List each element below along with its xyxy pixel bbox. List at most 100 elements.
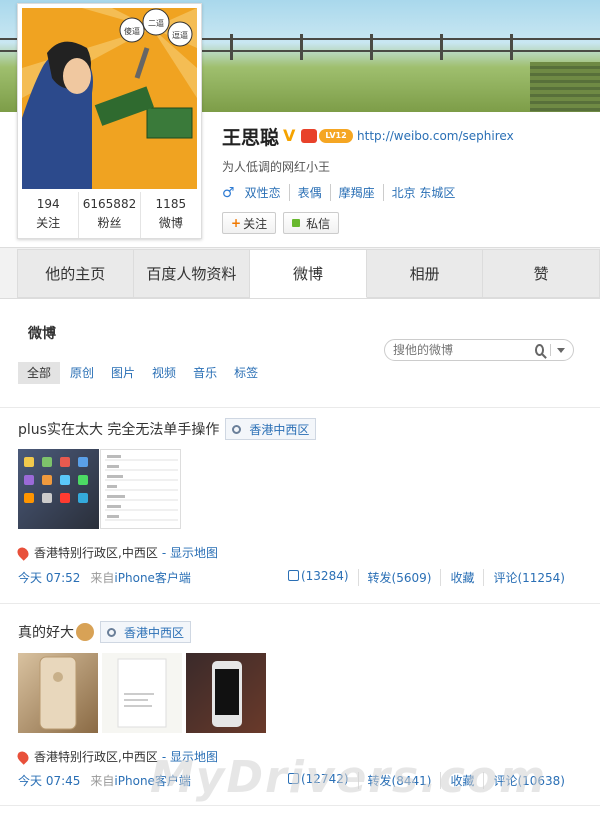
feed-title: 微博 [28,326,56,342]
location-tag-label: 香港中西区 [124,625,185,640]
tab-home[interactable]: 他的主页 [17,249,134,298]
stat-followers-label: 粉丝 [97,216,122,230]
post-photo[interactable] [18,449,99,529]
post-photo[interactable] [18,653,98,733]
map-pin-icon [15,544,31,561]
level-badge[interactable]: LV12 [319,129,354,143]
fence-post [300,34,303,60]
feed-search-input[interactable] [393,343,531,357]
tag-link[interactable]: 双性恋 [245,184,289,201]
feed-panel: 微博 全部 原创 图片 视频 音乐 标签 plus实在太大 完全无法单手操作 香… [0,298,600,818]
repost-button[interactable]: 转发(5609) [357,569,441,586]
avatar-bubble-1: 傻逼 [124,26,140,36]
profile-name: 王思聪 [222,126,280,149]
follow-label: 关注 [243,216,268,231]
show-map-link[interactable]: - 显示地图 [162,748,218,765]
stat-followers[interactable]: 6165882 粉丝 [79,192,141,238]
tag-link[interactable]: 摩羯座 [329,184,383,201]
tab-weibo[interactable]: 微博 [250,249,367,298]
like-button[interactable]: (12742) [279,772,358,789]
filter-video[interactable]: 视频 [152,362,176,384]
follow-button[interactable]: + 关注 [222,212,277,234]
post-content: plus实在太大 完全无法单手操作 [18,422,220,438]
vip-icon[interactable] [301,129,318,143]
profile-tags: ♂ 双性恋 表偶 摩羯座 北京 东城区 [222,184,463,201]
fence-post [440,34,443,60]
feed-filters: 全部 原创 图片 视频 音乐 标签 [18,362,275,384]
avatar-bubble-3: 逗逼 [172,31,188,40]
stat-following-count: 194 [36,197,60,211]
chevron-down-icon[interactable] [557,347,565,353]
filter-tags[interactable]: 标签 [234,362,258,384]
like-button[interactable]: (13284) [279,569,358,586]
thumbs-up-icon [287,570,299,581]
stat-following[interactable]: 194 关注 [18,192,80,238]
show-map-link[interactable]: - 显示地图 [162,544,218,561]
post-geo: 香港特别行政区,中西区 - 显示地图 [15,748,218,765]
divider [0,603,600,604]
map-pin-icon [15,748,31,765]
message-label: 私信 [306,216,331,231]
post-text: plus实在太大 完全无法单手操作 香港中西区 [18,418,317,440]
post-meta: 今天 07:52 来自 iPhone客户端 [18,569,191,586]
repost-button[interactable]: 转发(8441) [357,772,441,789]
stat-posts-count: 1185 [155,197,187,211]
post-geo: 香港特别行政区,中西区 - 显示地图 [15,544,218,561]
favorite-button[interactable]: 收藏 [440,772,483,789]
filter-all[interactable]: 全部 [18,362,61,384]
post-photo[interactable] [100,449,181,529]
tag-link[interactable]: 表偶 [288,184,330,201]
filter-images[interactable]: 图片 [111,362,135,384]
male-icon: ♂ [222,184,235,201]
favorite-button[interactable]: 收藏 [440,569,483,586]
search-icon[interactable] [535,344,545,356]
post-photo[interactable] [186,653,266,733]
post-client[interactable]: iPhone客户端 [114,569,191,586]
tab-baidu-profile[interactable]: 百度人物资料 [133,249,251,298]
fence-post [370,34,373,60]
geo-label: 香港特别行政区,中西区 [34,546,158,560]
post-content: 真的好大 [18,625,74,641]
fence-post [510,34,513,60]
filter-original[interactable]: 原创 [70,362,94,384]
search-separator [550,344,551,356]
verified-v-icon[interactable]: V [283,128,299,144]
feed-search [384,339,574,361]
comment-button[interactable]: 评论(10638) [483,772,574,789]
avatar-card: 傻逼 二逼 逗逼 194 关注 6165882 粉丝 1185 微博 [17,3,202,239]
stat-posts[interactable]: 1185 微博 [141,192,201,238]
post-source-prefix: 来自 [90,774,115,788]
post-time[interactable]: 今天 07:52 [18,569,80,586]
avatar-bubble-2: 二逼 [148,19,164,28]
like-count: (12742) [300,772,349,786]
location-tag[interactable]: 香港中西区 [225,418,317,440]
stairs [530,62,600,112]
plus-icon: + [231,216,242,230]
post-source-prefix: 来自 [90,571,115,585]
profile-actions: + 关注 私信 [222,212,346,234]
doge-emoji-icon [76,623,94,641]
stat-following-label: 关注 [36,216,61,230]
message-icon [292,219,301,227]
tab-likes[interactable]: 赞 [483,249,600,298]
post-client[interactable]: iPhone客户端 [114,772,191,789]
comment-button[interactable]: 评论(11254) [483,569,574,586]
divider [0,407,600,408]
tag-link[interactable]: 北京 东城区 [382,184,464,201]
location-tag[interactable]: 香港中西区 [100,621,192,643]
post-meta: 今天 07:45 来自 iPhone客户端 [18,772,191,789]
post-time[interactable]: 今天 07:45 [18,772,80,789]
profile-url-link[interactable]: http://weibo.com/sephirex [357,129,514,143]
fence-post [230,34,233,60]
message-button[interactable]: 私信 [283,212,340,234]
profile-tabs: 他的主页 百度人物资料 微博 相册 赞 [17,249,600,298]
profile-name-row: 王思聪 V LV12 http://weibo.com/sephirex [222,124,514,149]
post-photo[interactable] [102,653,182,733]
stat-posts-label: 微博 [158,216,183,230]
tab-album[interactable]: 相册 [366,249,484,298]
pin-icon [107,627,116,637]
thumbs-up-icon [287,773,299,784]
post-actions: (12742) 转发(8441) 收藏 评论(10638) [279,772,574,789]
avatar[interactable]: 傻逼 二逼 逗逼 [22,8,197,189]
filter-music[interactable]: 音乐 [193,362,217,384]
